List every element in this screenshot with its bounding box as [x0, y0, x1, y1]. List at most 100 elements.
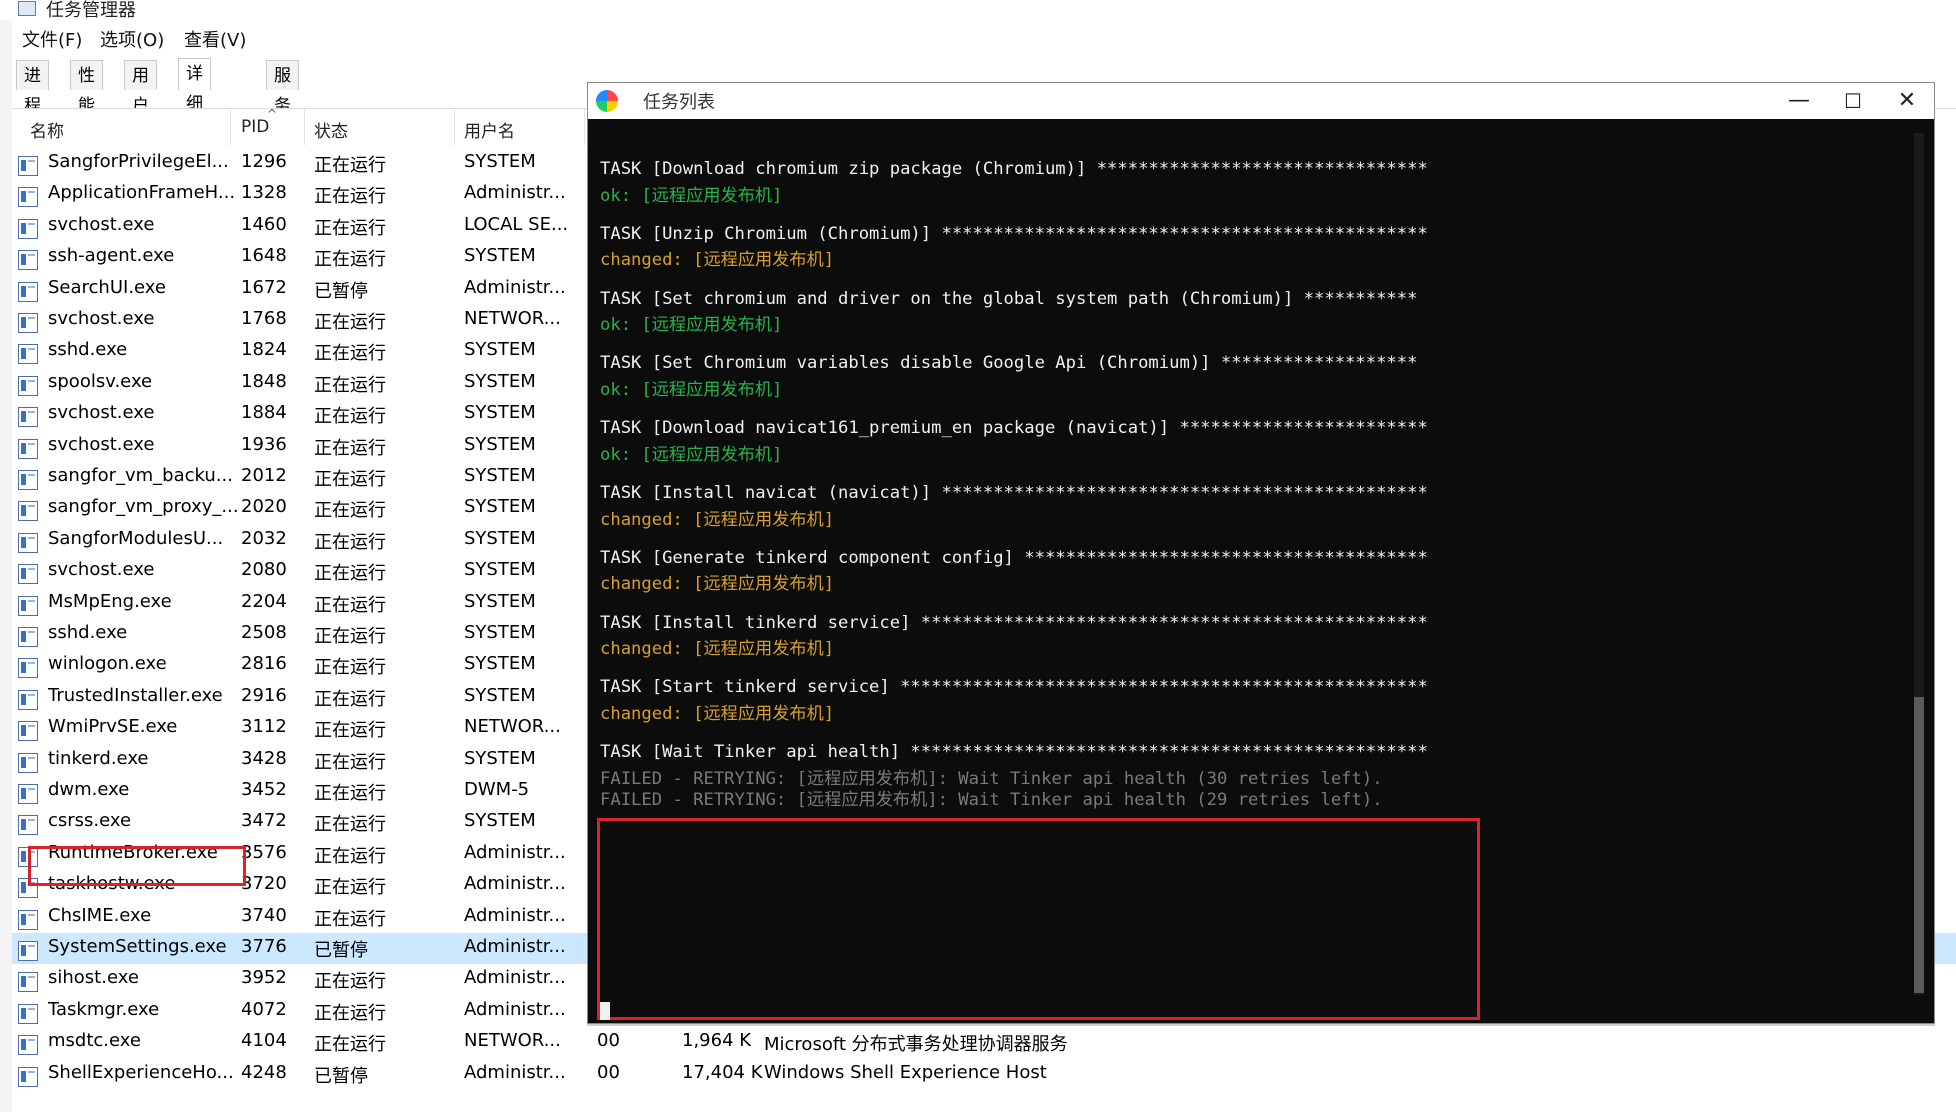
- column-divider[interactable]: [230, 109, 231, 145]
- window-icon: [18, 187, 38, 208]
- process-name: SystemSettings.exe: [48, 936, 227, 957]
- process-name: svchost.exe: [48, 308, 155, 329]
- column-divider[interactable]: [304, 109, 305, 145]
- process-name: svchost.exe: [48, 433, 155, 455]
- task-result-line: FAILED - RETRYING: [远程应用发布机]: Wait Tinke…: [600, 790, 1383, 811]
- process-pid: 2204: [241, 590, 287, 612]
- process-pid: 1884: [241, 402, 287, 424]
- task-result-line: ok: [远程应用发布机]: [600, 315, 783, 336]
- process-user: Administr...: [464, 182, 566, 204]
- window-icon: [18, 595, 38, 616]
- window-icon: [18, 407, 38, 428]
- process-status: 正在运行: [314, 186, 386, 208]
- process-status: 正在运行: [314, 312, 386, 333]
- process-user: SYSTEM: [464, 339, 536, 361]
- task-line: TASK [Wait Tinker api health] **********…: [600, 742, 1428, 763]
- column-status[interactable]: 状态: [314, 117, 348, 142]
- close-button[interactable]: ✕: [1880, 83, 1934, 119]
- process-cpu: 00: [597, 1030, 620, 1052]
- process-status: 正在运行: [314, 374, 386, 396]
- column-user[interactable]: 用户名: [464, 117, 515, 142]
- tab-details[interactable]: 详细信息: [178, 58, 211, 174]
- process-status: 正在运行: [314, 1002, 386, 1024]
- process-status: 正在运行: [314, 343, 386, 365]
- task-result-line: changed: [远程应用发布机]: [600, 574, 835, 595]
- minimize-button[interactable]: —: [1772, 83, 1826, 119]
- process-name: winlogon.exe: [48, 653, 167, 675]
- console-scroll-thumb[interactable]: [1914, 697, 1924, 993]
- console-output[interactable]: TASK [Download chromium zip package (Chr…: [588, 119, 1934, 1023]
- process-icon: [18, 1001, 38, 1024]
- window-icon: [18, 1066, 38, 1087]
- process-status: 正在运行: [314, 1034, 386, 1056]
- column-divider[interactable]: [454, 109, 455, 145]
- process-pid: 2508: [241, 622, 287, 643]
- process-name: csrss.exe: [48, 810, 132, 832]
- process-name: SearchUI.exe: [48, 276, 166, 298]
- process-pid: 2916: [241, 684, 287, 706]
- process-name: svchost.exe: [48, 402, 155, 424]
- tab-performance[interactable]: 性能: [70, 60, 103, 116]
- task-result-line: changed: [远程应用发布机]: [600, 639, 835, 660]
- process-name: spoolsv.exe: [48, 370, 153, 392]
- process-icon: [18, 1064, 38, 1087]
- tab-services[interactable]: 服务: [266, 60, 299, 116]
- process-name: ShellExperienceHo...: [48, 1061, 234, 1083]
- tab-users[interactable]: 用户: [124, 60, 157, 116]
- process-icon: [18, 750, 38, 773]
- process-user: Administr...: [464, 904, 566, 926]
- process-icon: [18, 310, 38, 333]
- process-pid: 1672: [241, 276, 287, 298]
- table-row[interactable]: ShellExperienceHo... 4248 已暂停 Administr... 0…: [12, 1059, 1956, 1090]
- process-pid: 3952: [241, 967, 287, 989]
- process-user: SYSTEM: [464, 402, 536, 424]
- process-user: Administr...: [464, 936, 566, 957]
- process-icon: [18, 184, 38, 208]
- process-status: 正在运行: [314, 437, 386, 459]
- tinkerd-highlight-box: [28, 846, 246, 886]
- window-icon: [18, 909, 38, 930]
- process-status: 正在运行: [314, 814, 386, 836]
- maximize-button[interactable]: ☐: [1826, 83, 1880, 119]
- process-user: SYSTEM: [464, 496, 536, 518]
- process-user: SYSTEM: [464, 747, 536, 769]
- console-titlebar[interactable]: 任务列表 — ☐ ✕: [588, 83, 1934, 119]
- column-divider[interactable]: [584, 109, 585, 145]
- process-icon: [18, 718, 38, 742]
- task-result-line: changed: [远程应用发布机]: [600, 509, 835, 530]
- menu-bar: 文件(F) 选项(O) 查看(V): [0, 24, 1956, 52]
- column-name[interactable]: 名称: [30, 117, 64, 142]
- process-pid: 2032: [241, 527, 287, 549]
- task-line: TASK [Install tinkerd service] *********…: [600, 612, 1428, 633]
- tab-processes[interactable]: 进程: [16, 60, 49, 116]
- process-name: sangfor_vm_proxy_...: [48, 496, 239, 518]
- process-icon: [18, 907, 38, 930]
- process-pid: 2012: [241, 465, 287, 486]
- process-memory: 17,404 K: [682, 1061, 763, 1083]
- process-status: 已暂停: [314, 1065, 368, 1087]
- column-pid[interactable]: PID: [241, 117, 269, 137]
- process-status: 正在运行: [314, 657, 386, 679]
- process-description: Windows Shell Experience Host: [764, 1061, 1047, 1083]
- process-status: 正在运行: [314, 877, 386, 899]
- menu-options[interactable]: 选项(O): [100, 26, 164, 52]
- menu-view[interactable]: 查看(V): [184, 26, 246, 52]
- process-icon: [18, 561, 38, 585]
- task-result-line: changed: [远程应用发布机]: [600, 250, 835, 271]
- process-name: msdtc.exe: [48, 1030, 141, 1052]
- process-icon: [18, 781, 38, 804]
- process-icon: [18, 1032, 38, 1056]
- window-icon: [18, 438, 38, 459]
- process-pid: 1768: [241, 308, 287, 329]
- process-user: NETWOR...: [464, 1030, 561, 1052]
- task-line: TASK [Download chromium zip package (Chr…: [600, 159, 1428, 179]
- process-pid: 3740: [241, 904, 287, 926]
- console-window: 任务列表 — ☐ ✕ TASK [Download chromium zip p…: [587, 82, 1935, 1024]
- process-name: ApplicationFrameH...: [48, 182, 236, 204]
- process-name: SangforPrivilegeEl...: [48, 151, 229, 172]
- process-pid: 3720: [241, 873, 287, 895]
- menu-file[interactable]: 文件(F): [22, 26, 82, 52]
- process-status: 正在运行: [314, 563, 386, 585]
- window-icon: [18, 784, 38, 804]
- table-row[interactable]: msdtc.exe 4104 正在运行 NETWOR... 00 1,964 K Micro…: [12, 1027, 1956, 1058]
